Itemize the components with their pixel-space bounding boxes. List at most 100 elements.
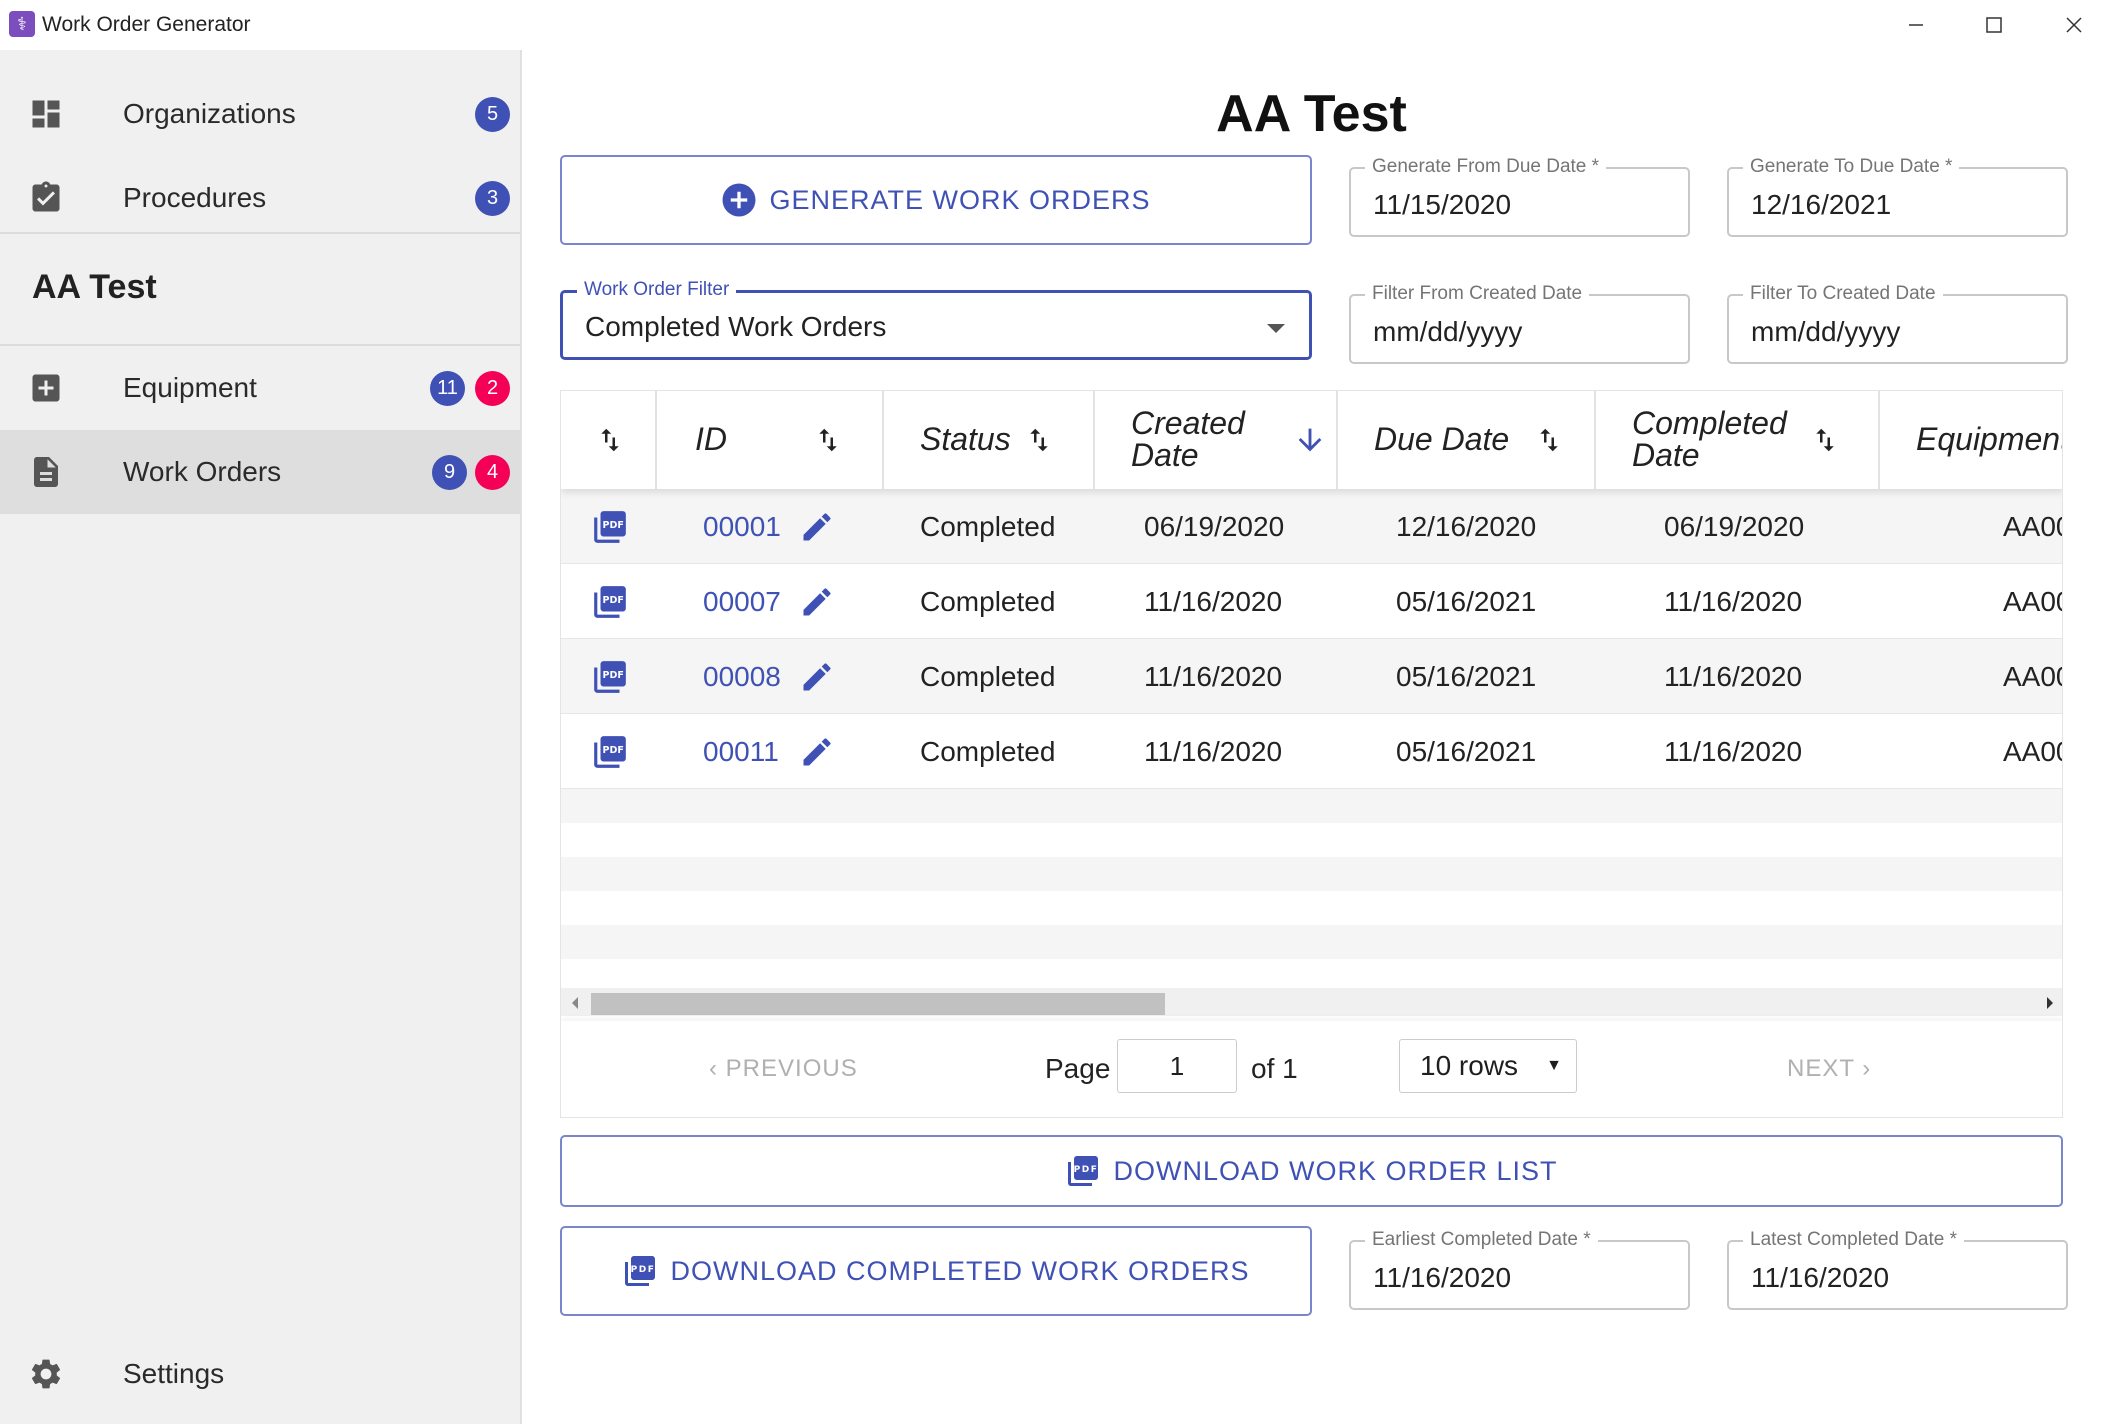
generate-from-due-date-field[interactable]: Generate From Due Date * 11/15/2020 xyxy=(1349,156,1690,237)
column-header-equipment[interactable]: Equipment xyxy=(1880,391,2062,489)
edit-icon[interactable] xyxy=(799,564,835,639)
sidebar-item-organizations[interactable]: Organizations 5 xyxy=(0,72,520,156)
field-value: 11/16/2020 xyxy=(1751,1262,1890,1293)
column-header-label: ID xyxy=(695,421,727,457)
table-row[interactable]: PDF 00011 Completed 11/16/2020 05/16/202… xyxy=(561,714,2062,789)
svg-text:PDF: PDF xyxy=(602,519,623,530)
edit-icon[interactable] xyxy=(799,489,835,564)
column-header-completed-date[interactable]: Completed Date xyxy=(1596,391,1880,489)
sidebar-item-procedures[interactable]: Procedures 3 xyxy=(0,156,520,240)
organizations-count-badge: 5 xyxy=(475,96,510,132)
column-header-status[interactable]: Status xyxy=(884,391,1095,489)
field-value: mm/dd/yyyy xyxy=(1373,316,1523,347)
column-header-created-date[interactable]: Created Date xyxy=(1095,391,1338,489)
download-work-order-list-label: DOWNLOAD WORK ORDER LIST xyxy=(1113,1155,1558,1186)
work-orders-table: ID Status Created Date Due Date Complete… xyxy=(560,390,2063,1118)
pdf-download-icon[interactable]: PDF xyxy=(591,639,629,714)
work-order-filter-select[interactable]: Work Order Filter Completed Work Orders xyxy=(560,279,1312,360)
next-page-button[interactable]: NEXT › xyxy=(1787,1055,1871,1083)
table-header: ID Status Created Date Due Date Complete… xyxy=(561,391,2062,489)
created-date-cell: 11/16/2020 xyxy=(1144,660,1283,692)
maximize-button[interactable] xyxy=(1960,0,2028,50)
minimize-button[interactable] xyxy=(1882,0,1950,50)
plus-box-icon xyxy=(32,374,60,402)
clipboard-check-icon xyxy=(32,181,60,212)
work-order-id-link[interactable]: 00007 xyxy=(703,564,781,639)
download-completed-work-orders-button[interactable]: PDF DOWNLOAD COMPLETED WORK ORDERS xyxy=(560,1226,1312,1316)
download-completed-work-orders-label: DOWNLOAD COMPLETED WORK ORDERS xyxy=(670,1255,1250,1286)
pdf-icon: PDF xyxy=(1068,1156,1099,1186)
column-header-label: Created xyxy=(1131,405,1245,441)
svg-text:PDF: PDF xyxy=(602,744,623,755)
sidebar-item-label: Procedures xyxy=(123,182,267,213)
scroll-left-icon[interactable] xyxy=(569,996,581,1010)
empty-row xyxy=(561,891,2062,925)
column-header-pdf[interactable] xyxy=(561,391,657,489)
work-orders-count-badge: 9 xyxy=(432,454,467,490)
dashboard-icon xyxy=(32,100,60,128)
generate-work-orders-button[interactable]: GENERATE WORK ORDERS xyxy=(560,155,1312,245)
sidebar-item-label: Organizations xyxy=(123,98,296,129)
work-order-id-link[interactable]: 00011 xyxy=(703,714,779,789)
minimize-icon xyxy=(1909,24,1923,26)
field-label: Work Order Filter xyxy=(577,279,737,301)
work-order-id-link[interactable]: 00008 xyxy=(703,639,781,714)
equipment-cell: AA00 xyxy=(2003,585,2062,617)
sidebar-item-label: Settings xyxy=(123,1358,225,1389)
completed-date-cell: 06/19/2020 xyxy=(1664,510,1805,542)
arrow-down-icon xyxy=(1298,428,1322,452)
gear-icon xyxy=(31,1359,61,1389)
edit-icon[interactable] xyxy=(799,639,835,714)
download-work-order-list-button[interactable]: PDF DOWNLOAD WORK ORDER LIST xyxy=(560,1135,2063,1207)
sort-icon xyxy=(819,428,837,452)
previous-page-button[interactable]: ‹ PREVIOUS xyxy=(709,1055,858,1083)
window-title: Work Order Generator xyxy=(42,13,251,36)
completed-date-cell: 11/16/2020 xyxy=(1664,735,1803,767)
latest-completed-date-field[interactable]: Latest Completed Date * 11/16/2020 xyxy=(1727,1229,2068,1310)
field-label: Filter To Created Date xyxy=(1743,283,1943,305)
generate-to-due-date-field[interactable]: Generate To Due Date * 12/16/2021 xyxy=(1727,156,2068,237)
svg-text:PDF: PDF xyxy=(602,594,623,605)
column-header-id[interactable]: ID xyxy=(657,391,884,489)
field-value: 11/16/2020 xyxy=(1373,1262,1512,1293)
pdf-download-icon[interactable]: PDF xyxy=(591,489,629,564)
scroll-right-icon[interactable] xyxy=(2044,996,2056,1010)
filter-to-created-date-field[interactable]: Filter To Created Date mm/dd/yyyy xyxy=(1727,283,2068,364)
page-total-label: of 1 xyxy=(1251,1053,1298,1084)
horizontal-scrollbar[interactable] xyxy=(561,988,2062,1016)
pagination-bar: ‹ PREVIOUS Page 1 of 1 10 rows ▼ NEXT › xyxy=(561,1021,2062,1117)
maximize-icon xyxy=(1986,17,2002,33)
equipment-count-badge: 11 xyxy=(430,370,465,406)
add-circle-icon xyxy=(722,183,756,217)
close-button[interactable] xyxy=(2040,0,2108,50)
chevron-down-icon xyxy=(1267,324,1285,333)
sidebar-item-settings[interactable]: Settings xyxy=(0,1332,520,1416)
table-row[interactable]: PDF 00007 Completed 11/16/2020 05/16/202… xyxy=(561,564,2062,639)
pdf-download-icon[interactable]: PDF xyxy=(591,564,629,639)
scrollbar-thumb[interactable] xyxy=(591,993,1165,1015)
table-row[interactable]: PDF 00008 Completed 11/16/2020 05/16/202… xyxy=(561,639,2062,714)
field-label: Latest Completed Date * xyxy=(1743,1229,1965,1251)
sidebar-item-label: Work Orders xyxy=(123,456,282,487)
column-header-due-date[interactable]: Due Date xyxy=(1338,391,1596,489)
svg-text:PDF: PDF xyxy=(1074,1165,1099,1175)
page-number-input[interactable]: 1 xyxy=(1117,1039,1237,1093)
created-date-cell: 11/16/2020 xyxy=(1144,735,1283,767)
field-value: mm/dd/yyyy xyxy=(1751,316,1901,347)
work-orders-alert-badge: 4 xyxy=(475,454,510,490)
filter-from-created-date-field[interactable]: Filter From Created Date mm/dd/yyyy xyxy=(1349,283,1690,364)
sidebar-item-equipment[interactable]: Equipment 11 2 xyxy=(0,346,520,430)
earliest-completed-date-field[interactable]: Earliest Completed Date * 11/16/2020 xyxy=(1349,1229,1690,1310)
pdf-download-icon[interactable]: PDF xyxy=(591,714,629,789)
created-date-cell: 11/16/2020 xyxy=(1144,585,1283,617)
edit-icon[interactable] xyxy=(799,714,835,789)
sidebar-item-work-orders[interactable]: Work Orders 9 4 xyxy=(0,430,520,514)
completed-date-cell: 11/16/2020 xyxy=(1664,585,1803,617)
field-label: Filter From Created Date xyxy=(1365,283,1590,305)
rows-per-page-select[interactable]: 10 rows ▼ xyxy=(1399,1039,1577,1093)
page-label: Page xyxy=(1045,1053,1111,1084)
column-header-label: Date xyxy=(1632,437,1700,473)
table-row[interactable]: PDF 00001 Completed 06/19/2020 12/16/202… xyxy=(561,489,2062,564)
work-order-id-link[interactable]: 00001 xyxy=(703,489,781,564)
window-titlebar: ⚕ Work Order Generator xyxy=(0,0,2112,50)
